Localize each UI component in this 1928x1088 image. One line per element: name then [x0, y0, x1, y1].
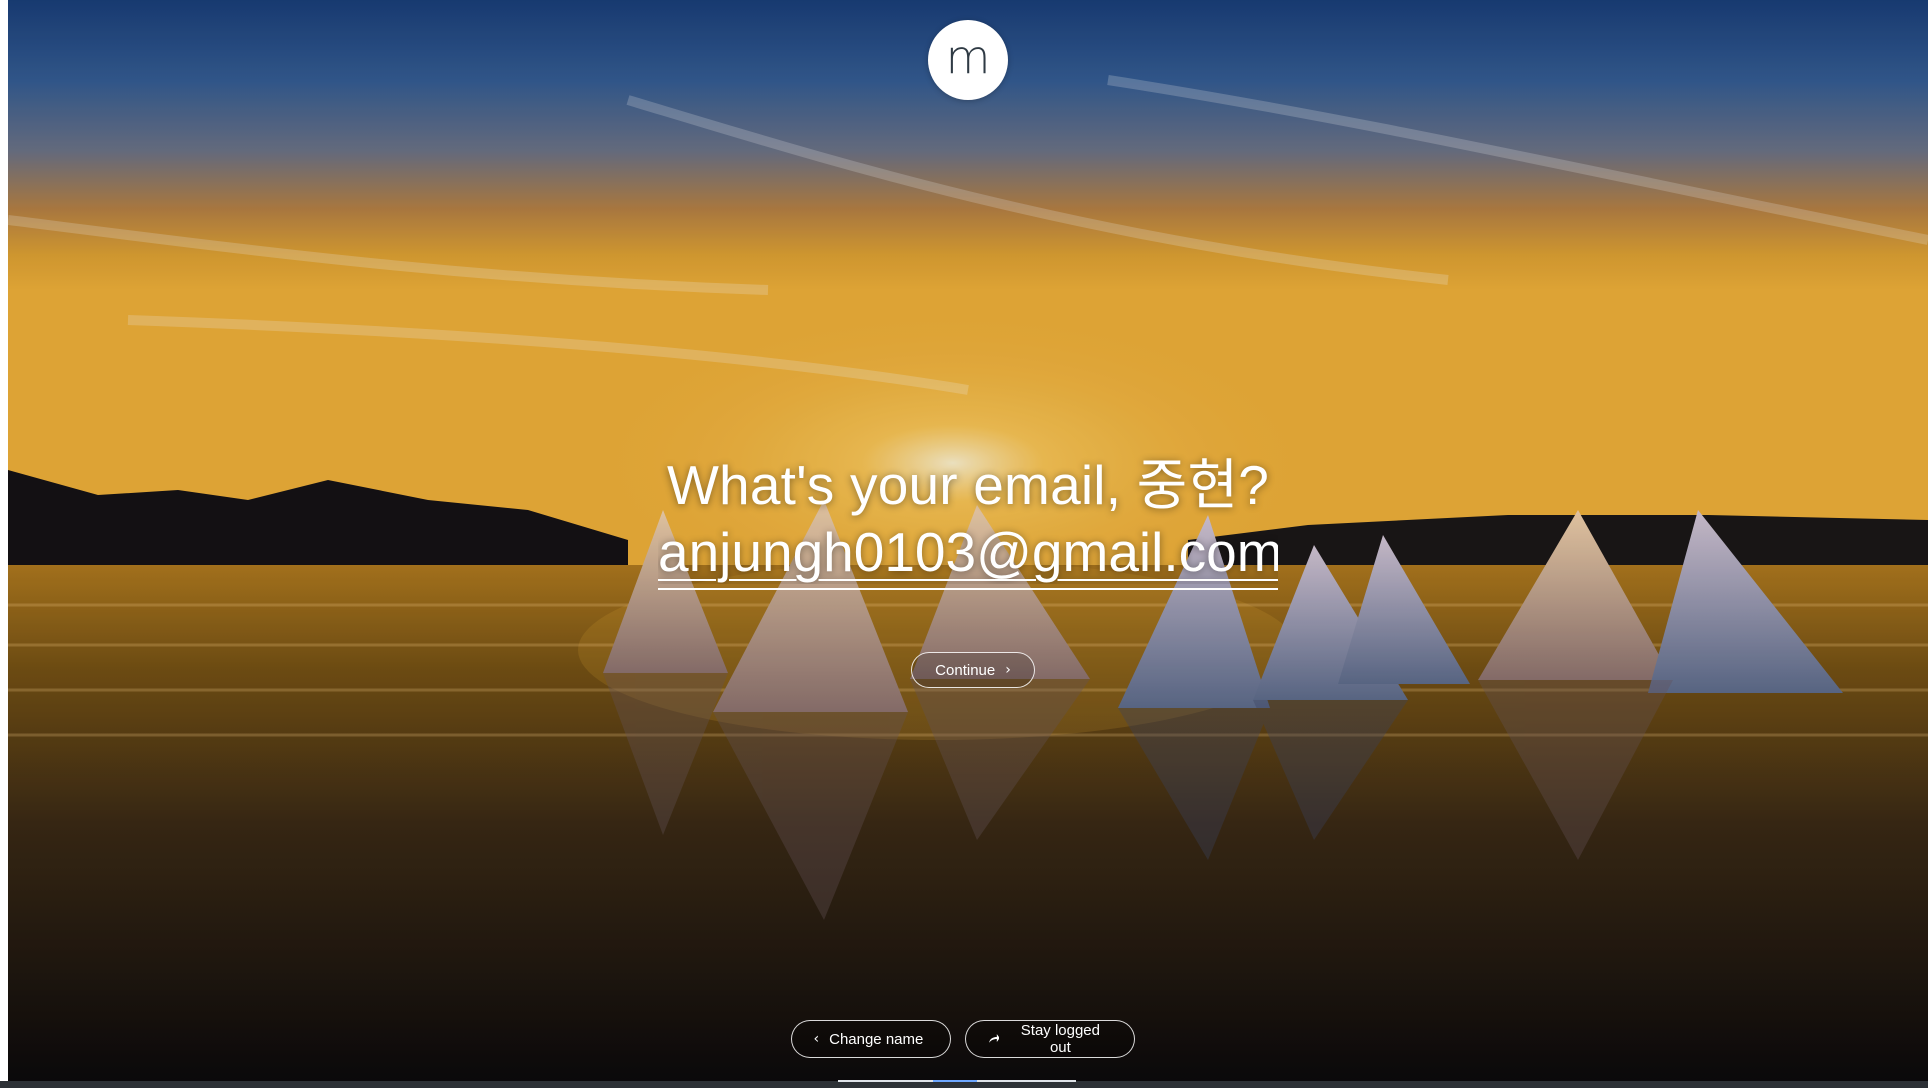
email-field-wrapper	[8, 520, 1928, 590]
app-logo: m	[928, 20, 1008, 100]
browser-footer-strip	[0, 1081, 1928, 1088]
chevron-right-icon: ›	[1005, 662, 1011, 678]
change-name-label: Change name	[829, 1030, 924, 1048]
share-arrow-icon	[988, 1034, 1000, 1043]
scroll-indicator-active	[933, 1080, 977, 1082]
stay-logged-out-button[interactable]: Stay logged out	[964, 1020, 1135, 1058]
continue-label: Continue	[935, 661, 996, 679]
chevron-left-icon: ‹	[813, 1031, 820, 1047]
email-input[interactable]	[658, 520, 1278, 590]
stay-logged-out-label: Stay logged out	[1020, 1022, 1100, 1056]
logo-letter: m	[945, 30, 991, 84]
continue-button[interactable]: Continue ›	[911, 652, 1035, 688]
email-prompt-heading: What's your email, 중현?	[666, 454, 1270, 516]
background-stage: m What's your email, 중현? Continue › ‹ Ch…	[8, 0, 1928, 1081]
bottom-actions: ‹ Change name Stay logged out	[8, 1020, 1928, 1058]
change-name-button[interactable]: ‹ Change name	[790, 1020, 951, 1058]
